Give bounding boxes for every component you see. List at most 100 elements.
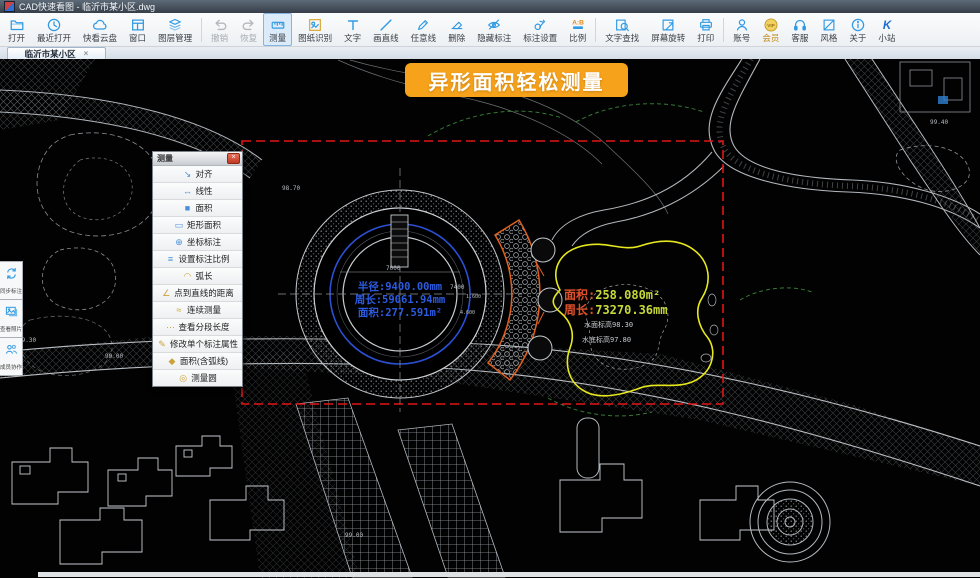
measure-item-view-segment-length[interactable]: ⋯查看分段长度 — [153, 319, 242, 336]
toolbar-button-label: 测量 — [269, 34, 286, 43]
toolbar-text-button[interactable]: 文字 — [338, 13, 367, 46]
toolbar-annotation-settings-button[interactable]: 标注设置 — [517, 13, 563, 46]
measure-item-label: 点到直线的距离 — [174, 287, 234, 299]
toolbar-ksite-button[interactable]: K小站 — [872, 13, 901, 46]
toolbar-print-button[interactable]: 打印 — [691, 13, 720, 46]
measure-item-label: 修改单个标注属性 — [170, 338, 238, 350]
modify-annotation-icon: ✎ — [157, 340, 167, 349]
panel-close-button[interactable]: × — [227, 153, 240, 164]
measure-item-align[interactable]: ↘对齐 — [153, 166, 242, 183]
toolbar-button-label: 画直线 — [373, 34, 399, 43]
measure-item-measure-circle[interactable]: ◎测量圆 — [153, 370, 242, 386]
title-bar: CAD快速看图 - 临沂市某小区.dwg — [0, 0, 980, 13]
measure-item-set-annotate-scale[interactable]: ≡设置标注比例 — [153, 251, 242, 268]
measure-item-label: 矩形面积 — [187, 219, 221, 231]
measure-item-continuous-measure[interactable]: ≈连续测量 — [153, 302, 242, 319]
contour-label: 99.00 — [105, 353, 123, 360]
toolbar-button-label: 打开 — [8, 34, 25, 43]
toolbar-draw-line-button[interactable]: 画直线 — [367, 13, 405, 46]
toolbar-recent-open-button[interactable]: 最近打开 — [31, 13, 77, 46]
measure-item-label: 坐标标注 — [187, 236, 221, 248]
frame-detect-icon — [307, 17, 323, 33]
toolbar-button-label: 比例 — [569, 34, 586, 43]
layers-icon — [167, 17, 183, 33]
tab-close-icon[interactable]: × — [84, 50, 89, 58]
contour-label: 99.40 — [930, 119, 948, 126]
toolbar-support-button[interactable]: 客服 — [785, 13, 814, 46]
side-button-label: 成员协作 — [0, 362, 22, 370]
toolbar-style-button[interactable]: 风格 — [814, 13, 843, 46]
toolbar-delete-button[interactable]: 删除 — [442, 13, 471, 46]
people-icon — [5, 343, 18, 361]
theme-icon — [821, 17, 837, 33]
undo-arrow-icon — [212, 17, 228, 33]
set-annotate-scale-icon: ≡ — [165, 255, 175, 264]
toolbar-hide-annotation-button[interactable]: 隐藏标注 — [471, 13, 517, 46]
toolbar-drawing-recognize-button[interactable]: 图纸识别 — [292, 13, 338, 46]
toolbar-about-button[interactable]: 关于 — [843, 13, 872, 46]
cad-drawing[interactable]: 98.70 99.30 99.00 99.00 99.40 7000 7400 … — [0, 59, 980, 578]
pond-area-value: 258.080m² — [595, 288, 660, 302]
toolbar-vip-button[interactable]: VIP 会员 — [756, 13, 785, 46]
measure-item-area-with-arc[interactable]: ◆面积(含弧线) — [153, 353, 242, 370]
svg-text:K: K — [883, 20, 893, 32]
toolbar-layer-manager-button[interactable]: 图层管理 — [152, 13, 198, 46]
measure-item-label: 面积(含弧线) — [180, 355, 228, 367]
measure-item-area[interactable]: ■面积 — [153, 200, 242, 217]
svg-text:A:B: A:B — [572, 19, 584, 26]
window-title: CAD快速看图 - 临沂市某小区.dwg — [19, 0, 155, 13]
toolbar-cloud-drive-button[interactable]: 快看云盘 — [77, 13, 123, 46]
view-segment-length-icon: ⋯ — [165, 323, 175, 332]
measure-item-point-to-line[interactable]: ∠点到直线的距离 — [153, 285, 242, 302]
sync-icon — [5, 267, 18, 285]
side-member-collab-button[interactable]: 成员协作 — [0, 338, 23, 376]
toolbar-measure-button[interactable]: 测量 — [263, 13, 292, 46]
app-logo-icon — [4, 1, 15, 12]
svg-text:VIP: VIP — [767, 23, 774, 28]
toolbar-screen-rotate-button[interactable]: 屏幕旋转 — [645, 13, 691, 46]
eraser-icon — [449, 17, 465, 33]
toolbar-redo-button[interactable]: 恢复 — [234, 13, 263, 46]
toolbar-button-label: 图层管理 — [158, 34, 192, 43]
clock-icon — [46, 17, 62, 33]
toolbar-separator — [595, 18, 596, 42]
side-sync-annotation-button[interactable]: 同步标注 — [0, 261, 23, 300]
toolbar-open-button[interactable]: 打开 — [2, 13, 31, 46]
line-icon — [378, 17, 394, 33]
measure-item-linear[interactable]: ↔线性 — [153, 183, 242, 200]
measure-item-label: 查看分段长度 — [178, 321, 229, 333]
promo-banner-text: 异形面积轻松测量 — [429, 66, 605, 95]
pond-area-label: 面积: — [564, 288, 595, 302]
magnifier-icon — [614, 17, 630, 33]
toolbar-button-label: 快看云盘 — [83, 34, 117, 43]
cad-canvas[interactable]: 98.70 99.30 99.00 99.00 99.40 7000 7400 … — [0, 59, 980, 578]
toolbar-undo-button[interactable]: 撤销 — [205, 13, 234, 46]
bottom-strip — [38, 572, 980, 577]
measure-item-arc-length[interactable]: ◠弧长 — [153, 268, 242, 285]
app-window: CAD快速看图 - 临沂市某小区.dwg 打开最近打开快看云盘窗口图层管理 撤销恢… — [0, 0, 980, 578]
toolbar-account-button[interactable]: 账号 — [727, 13, 756, 46]
measure-panel: 测量 × ↘对齐↔线性■面积▭矩形面积⊕坐标标注≡设置标注比例◠弧长∠点到直线的… — [152, 151, 243, 387]
side-button-label: 同步标注 — [0, 286, 22, 294]
measure-item-coordinate-annotate[interactable]: ⊕坐标标注 — [153, 234, 242, 251]
measure-panel-items: ↘对齐↔线性■面积▭矩形面积⊕坐标标注≡设置标注比例◠弧长∠点到直线的距离≈连续… — [153, 166, 242, 386]
toolbar-text-search-button[interactable]: 文字查找 — [599, 13, 645, 46]
area-icon: ■ — [182, 204, 192, 213]
toolbar-button-label: 屏幕旋转 — [651, 34, 685, 43]
measure-item-modify-annotation[interactable]: ✎修改单个标注属性 — [153, 336, 242, 353]
toolbar-window-button[interactable]: 窗口 — [123, 13, 152, 46]
toolbar-freehand-line-button[interactable]: 任意线 — [405, 13, 443, 46]
toolbar-button-label: 打印 — [697, 34, 714, 43]
rect-area-icon: ▭ — [174, 221, 184, 230]
side-button-label: 查看照片 — [0, 324, 22, 332]
measure-item-rect-area[interactable]: ▭矩形面积 — [153, 217, 242, 234]
toolbar-button-label: 账号 — [733, 34, 750, 43]
arc-length-icon: ◠ — [182, 272, 192, 281]
toolbar-scale-ratio-button[interactable]: A:B 比例 — [563, 13, 592, 46]
measure-panel-titlebar[interactable]: 测量 × — [153, 152, 242, 166]
side-view-photos-button[interactable]: 查看照片 — [0, 300, 23, 338]
toolbar-button-label: 撤销 — [211, 34, 228, 43]
toolbar: 打开最近打开快看云盘窗口图层管理 撤销恢复测量图纸识别文字画直线任意线删除隐藏标注… — [0, 13, 980, 47]
toolbar-button-label: 文字查找 — [605, 34, 639, 43]
toolbar-button-label: 会员 — [762, 34, 779, 43]
